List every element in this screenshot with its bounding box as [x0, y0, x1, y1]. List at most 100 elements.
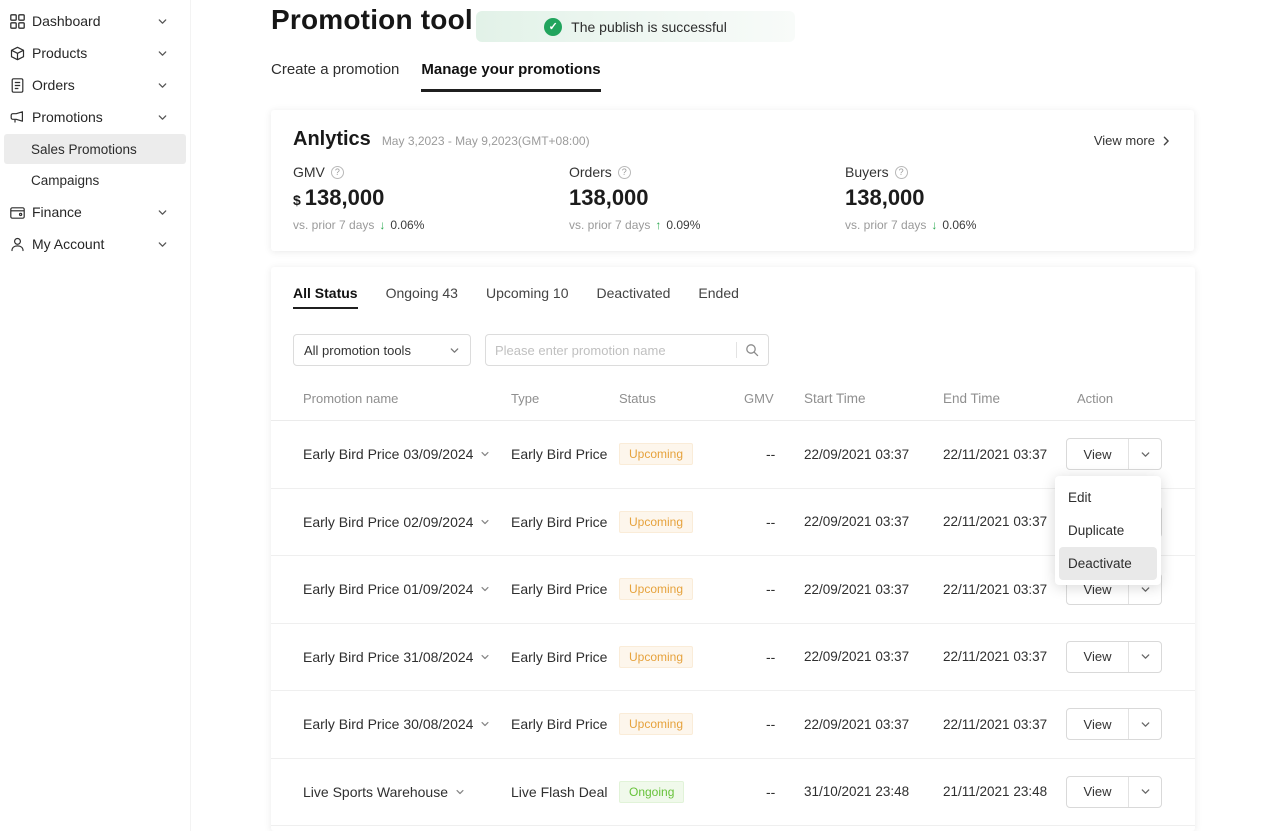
- search-icon[interactable]: [745, 343, 759, 357]
- status-tab-all[interactable]: All Status: [293, 285, 358, 309]
- chevron-down-icon[interactable]: [480, 449, 490, 459]
- chevron-down-icon[interactable]: [480, 517, 490, 527]
- view-more-label: View more: [1094, 133, 1155, 148]
- sidebar-item-label: Orders: [32, 77, 151, 93]
- gmv-value: --: [744, 649, 804, 665]
- search-box: [485, 334, 769, 366]
- view-button[interactable]: View: [1066, 641, 1162, 673]
- filter-value: All promotion tools: [304, 343, 411, 358]
- status-tab-ongoing[interactable]: Ongoing 43: [386, 285, 458, 309]
- table-row: Live Sports Warehouse Live Flash Deal On…: [271, 759, 1195, 827]
- main-content: Promotion tool ✓ The publish is successf…: [191, 0, 1273, 831]
- currency-prefix: $: [293, 192, 301, 208]
- info-icon[interactable]: ?: [618, 166, 631, 179]
- metric-buyers: Buyers ? 138,000 vs. prior 7 days ↓ 0.06…: [845, 164, 1121, 232]
- sidebar-item-products[interactable]: Products: [0, 37, 190, 69]
- menu-item-duplicate[interactable]: Duplicate: [1055, 514, 1161, 547]
- chevron-down-icon[interactable]: [1128, 709, 1161, 739]
- account-icon: [9, 236, 26, 253]
- chevron-down-icon: [449, 345, 460, 356]
- start-time: 22/09/2021 03:37: [804, 582, 943, 597]
- sidebar-item-promotions[interactable]: Promotions: [0, 101, 190, 133]
- status-badge: Upcoming: [619, 443, 693, 465]
- sidebar-item-my-account[interactable]: My Account: [0, 228, 190, 260]
- chevron-down-icon[interactable]: [480, 584, 490, 594]
- main-tabs: Create a promotion Manage your promotion…: [271, 61, 601, 92]
- gmv-value: --: [744, 716, 804, 732]
- chevron-down-icon[interactable]: [480, 652, 490, 662]
- sidebar-item-label: Promotions: [32, 109, 151, 125]
- sidebar-subitem-label: Campaigns: [31, 173, 99, 188]
- metric-value: 138,000: [569, 185, 845, 211]
- finance-icon: [9, 204, 26, 221]
- sidebar-item-label: Products: [32, 45, 151, 61]
- tab-manage-promotions[interactable]: Manage your promotions: [421, 61, 600, 92]
- sidebar-item-campaigns[interactable]: Campaigns: [4, 165, 186, 195]
- promotion-tools-filter[interactable]: All promotion tools: [293, 334, 471, 366]
- column-header: GMV: [744, 391, 804, 406]
- info-icon[interactable]: ?: [895, 166, 908, 179]
- metric-label: GMV: [293, 164, 325, 180]
- table-header: Promotion name Type Status GMV Start Tim…: [271, 377, 1195, 421]
- sidebar-item-finance[interactable]: Finance: [0, 196, 190, 228]
- promotion-name: Early Bird Price 01/09/2024: [303, 581, 473, 597]
- start-time: 31/10/2021 23:48: [804, 784, 943, 799]
- chevron-down-icon: [157, 207, 168, 218]
- metric-value: $138,000: [293, 185, 569, 211]
- view-more-link[interactable]: View more: [1094, 133, 1172, 148]
- view-button[interactable]: View: [1066, 708, 1162, 740]
- end-time: 22/11/2021 03:37: [943, 717, 1066, 732]
- status-tabs: All Status Ongoing 43 Upcoming 10 Deacti…: [271, 267, 1195, 309]
- column-header: Status: [619, 391, 744, 406]
- chevron-down-icon[interactable]: [1128, 777, 1161, 807]
- publish-success-toast: ✓ The publish is successful: [476, 11, 795, 42]
- promotion-name: Live Sports Warehouse: [303, 784, 448, 800]
- table-row: Early Bird Price 31/08/2024 Early Bird P…: [271, 624, 1195, 692]
- gmv-value: --: [744, 784, 804, 800]
- status-tab-deactivated[interactable]: Deactivated: [596, 285, 670, 309]
- start-time: 22/09/2021 03:37: [804, 514, 943, 529]
- view-button[interactable]: View: [1066, 438, 1162, 470]
- info-icon[interactable]: ?: [331, 166, 344, 179]
- gmv-value: --: [744, 581, 804, 597]
- status-tab-ended[interactable]: Ended: [698, 285, 738, 309]
- chevron-right-icon: [1160, 135, 1172, 147]
- promotion-name: Early Bird Price 03/09/2024: [303, 446, 473, 462]
- products-icon: [9, 45, 26, 62]
- start-time: 22/09/2021 03:37: [804, 717, 943, 732]
- menu-item-deactivate[interactable]: Deactivate: [1059, 547, 1157, 580]
- column-header: Start Time: [804, 391, 943, 406]
- end-time: 22/11/2021 03:37: [943, 447, 1066, 462]
- analytics-card: Anlytics May 3,2023 - May 9,2023(GMT+08:…: [271, 110, 1194, 251]
- promotion-type: Early Bird Price: [511, 716, 619, 732]
- check-circle-icon: ✓: [544, 18, 562, 36]
- end-time: 22/11/2021 03:37: [943, 514, 1066, 529]
- gmv-value: --: [744, 514, 804, 530]
- sidebar-item-label: Dashboard: [32, 13, 151, 29]
- promotion-name: Early Bird Price 02/09/2024: [303, 514, 473, 530]
- end-time: 22/11/2021 03:37: [943, 582, 1066, 597]
- metric-value: 138,000: [845, 185, 1121, 211]
- column-header: End Time: [943, 391, 1066, 406]
- promotion-name: Early Bird Price 31/08/2024: [303, 649, 473, 665]
- chevron-down-icon[interactable]: [480, 719, 490, 729]
- menu-item-edit[interactable]: Edit: [1055, 481, 1161, 514]
- sidebar-item-label: Finance: [32, 204, 151, 220]
- chevron-down-icon: [157, 112, 168, 123]
- sidebar-item-orders[interactable]: Orders: [0, 69, 190, 101]
- promotion-name: Early Bird Price 30/08/2024: [303, 716, 473, 732]
- status-tab-upcoming[interactable]: Upcoming 10: [486, 285, 569, 309]
- table-row: Early Bird Price 30/08/2024 Early Bird P…: [271, 691, 1195, 759]
- sidebar-item-label: My Account: [32, 236, 151, 252]
- search-input[interactable]: [495, 343, 728, 358]
- metric-compare: vs. prior 7 days ↓ 0.06%: [845, 218, 1121, 232]
- chevron-down-icon[interactable]: [455, 787, 465, 797]
- metric-delta: 0.06%: [942, 218, 976, 232]
- tab-create-promotion[interactable]: Create a promotion: [271, 61, 399, 92]
- view-button[interactable]: View: [1066, 776, 1162, 808]
- sidebar-item-dashboard[interactable]: Dashboard: [0, 5, 190, 37]
- analytics-date-range: May 3,2023 - May 9,2023(GMT+08:00): [382, 134, 590, 148]
- sidebar-item-sales-promotions[interactable]: Sales Promotions: [4, 134, 186, 164]
- chevron-down-icon[interactable]: [1128, 642, 1161, 672]
- chevron-down-icon[interactable]: [1128, 439, 1161, 469]
